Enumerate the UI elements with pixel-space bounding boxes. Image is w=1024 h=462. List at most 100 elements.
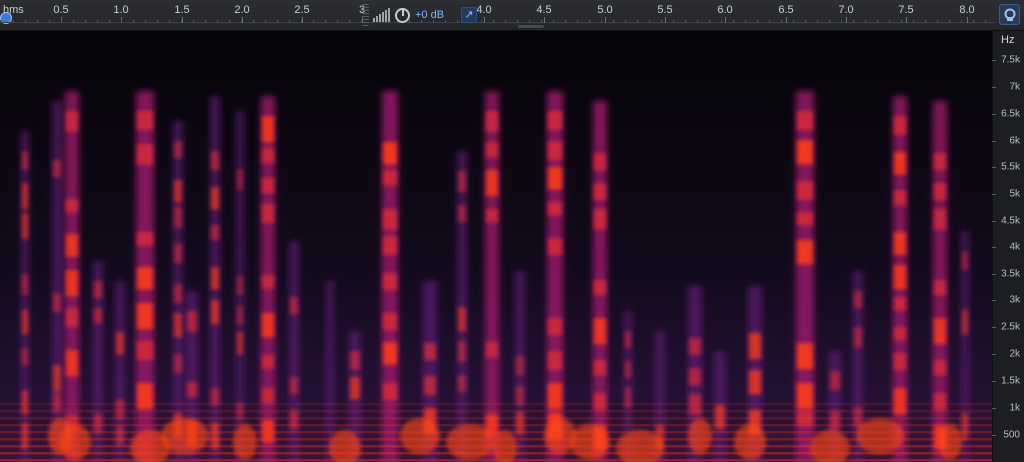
spectral-hotspot bbox=[934, 280, 946, 296]
gain-knob-icon[interactable] bbox=[395, 7, 410, 23]
timeline-scroll-thumb[interactable] bbox=[518, 25, 544, 28]
harmonic-band bbox=[0, 438, 992, 441]
ruler-minor-tick bbox=[793, 20, 794, 23]
spectral-hotspot bbox=[797, 111, 813, 130]
gain-readout[interactable]: +0 dB bbox=[415, 9, 444, 21]
ruler-minor-tick bbox=[37, 20, 38, 23]
ruler-tick-label: 2.0 bbox=[234, 4, 250, 16]
spectral-hotspot bbox=[174, 354, 182, 373]
spectral-hotspot bbox=[66, 234, 78, 257]
spectral-hotspot bbox=[594, 183, 606, 201]
frequency-label: 3.5k bbox=[1001, 268, 1020, 280]
spectral-hotspot bbox=[548, 141, 562, 160]
spectral-hotspot bbox=[262, 355, 274, 369]
spectral-hotspot bbox=[934, 393, 946, 411]
spectral-hotspot bbox=[854, 327, 862, 348]
frequency-label: 1k bbox=[1009, 402, 1020, 414]
ruler-minor-tick bbox=[613, 20, 614, 23]
spectral-hotspot bbox=[116, 332, 124, 355]
spectral-hotspot bbox=[894, 152, 906, 175]
ruler-minor-tick bbox=[289, 20, 290, 23]
ruler-minor-tick bbox=[49, 20, 50, 23]
timeline-ruler[interactable]: hms 0.51.01.52.02.534.04.55.05.56.06.57.… bbox=[0, 0, 1024, 31]
frequency-tick bbox=[992, 381, 996, 382]
ruler-minor-tick bbox=[241, 20, 242, 23]
spectral-hotspot bbox=[94, 308, 102, 324]
ruler-minor-tick bbox=[265, 20, 266, 23]
frequency-tick bbox=[992, 167, 996, 168]
hud-drag-handle[interactable] bbox=[362, 4, 369, 26]
ruler-tick-label: 2.5 bbox=[294, 4, 310, 16]
ruler-minor-tick bbox=[901, 20, 902, 23]
ruler-minor-tick bbox=[673, 20, 674, 23]
spectrogram-view[interactable] bbox=[0, 31, 992, 462]
ruler-tick bbox=[786, 17, 787, 23]
spectral-hotspot bbox=[962, 251, 968, 270]
ruler-minor-tick bbox=[133, 20, 134, 23]
spectral-hotspot bbox=[424, 343, 436, 361]
spectral-hotspot bbox=[350, 377, 360, 400]
frequency-label: 1.5k bbox=[1001, 375, 1020, 387]
spectral-hotspot bbox=[458, 205, 466, 223]
ruler-minor-tick bbox=[637, 20, 638, 23]
spectral-hotspot bbox=[116, 426, 124, 445]
ruler-minor-tick bbox=[493, 20, 494, 23]
spectral-hotspot bbox=[237, 169, 243, 190]
spectral-hotspot bbox=[548, 238, 562, 256]
spectral-hotspot bbox=[934, 318, 946, 345]
spectral-hotspot bbox=[187, 382, 197, 398]
ruler-minor-tick bbox=[217, 20, 218, 23]
spectral-hotspot bbox=[66, 308, 78, 327]
ruler-minor-tick bbox=[685, 20, 686, 23]
ruler-minor-tick bbox=[337, 20, 338, 23]
frequency-tick bbox=[992, 141, 996, 142]
frequency-tick bbox=[992, 435, 996, 436]
ruler-tick bbox=[665, 17, 666, 23]
ruler-tick-label: 4.0 bbox=[476, 4, 492, 16]
spectral-hotspot bbox=[934, 360, 946, 376]
frequency-tick bbox=[992, 114, 996, 115]
ruler-minor-tick bbox=[193, 20, 194, 23]
spectral-hotspot bbox=[237, 306, 243, 325]
spectral-hotspot bbox=[211, 187, 219, 210]
spectral-hotspot bbox=[262, 388, 274, 404]
frequency-label: 4k bbox=[1009, 241, 1020, 253]
zoom-button[interactable] bbox=[999, 4, 1020, 25]
ruler-minor-tick bbox=[325, 20, 326, 23]
spectral-hotspot bbox=[458, 375, 466, 393]
frequency-label: 6k bbox=[1009, 135, 1020, 147]
spectral-hotspot bbox=[383, 170, 397, 186]
ruler-minor-tick bbox=[313, 20, 314, 23]
low-frequency-energy bbox=[734, 424, 766, 460]
low-frequency-energy bbox=[446, 424, 494, 460]
spectral-hotspot bbox=[262, 178, 274, 194]
spectral-hotspot bbox=[749, 370, 761, 395]
spectral-hotspot bbox=[116, 399, 124, 420]
frequency-tick bbox=[992, 408, 996, 409]
ruler-tick-label: 6.0 bbox=[717, 4, 733, 16]
spectral-hotspot bbox=[211, 267, 219, 290]
ruler-minor-tick bbox=[589, 20, 590, 23]
low-frequency-energy bbox=[400, 418, 440, 454]
ruler-tick bbox=[725, 17, 726, 23]
frequency-label: 7k bbox=[1009, 81, 1020, 93]
ruler-minor-tick bbox=[925, 20, 926, 23]
spectral-hotspot bbox=[174, 180, 182, 203]
ruler-minor-tick bbox=[229, 20, 230, 23]
ruler-minor-tick bbox=[661, 20, 662, 23]
spectral-hotspot bbox=[174, 141, 182, 159]
spectral-hotspot bbox=[22, 213, 28, 240]
spectral-hotspot bbox=[66, 270, 78, 297]
spectral-column bbox=[457, 151, 467, 462]
ruler-minor-tick bbox=[709, 20, 710, 23]
frequency-tick bbox=[992, 300, 996, 301]
spectral-hotspot bbox=[934, 153, 946, 171]
low-frequency-energy bbox=[233, 424, 257, 460]
ruler-minor-tick bbox=[697, 20, 698, 23]
frequency-tick bbox=[992, 354, 996, 355]
ruler-tick-label: 0.5 bbox=[53, 4, 69, 16]
ruler-minor-tick bbox=[841, 20, 842, 23]
ruler-minor-tick bbox=[301, 20, 302, 23]
pin-icon[interactable]: ↗ bbox=[461, 7, 477, 23]
ruler-minor-tick bbox=[817, 20, 818, 23]
